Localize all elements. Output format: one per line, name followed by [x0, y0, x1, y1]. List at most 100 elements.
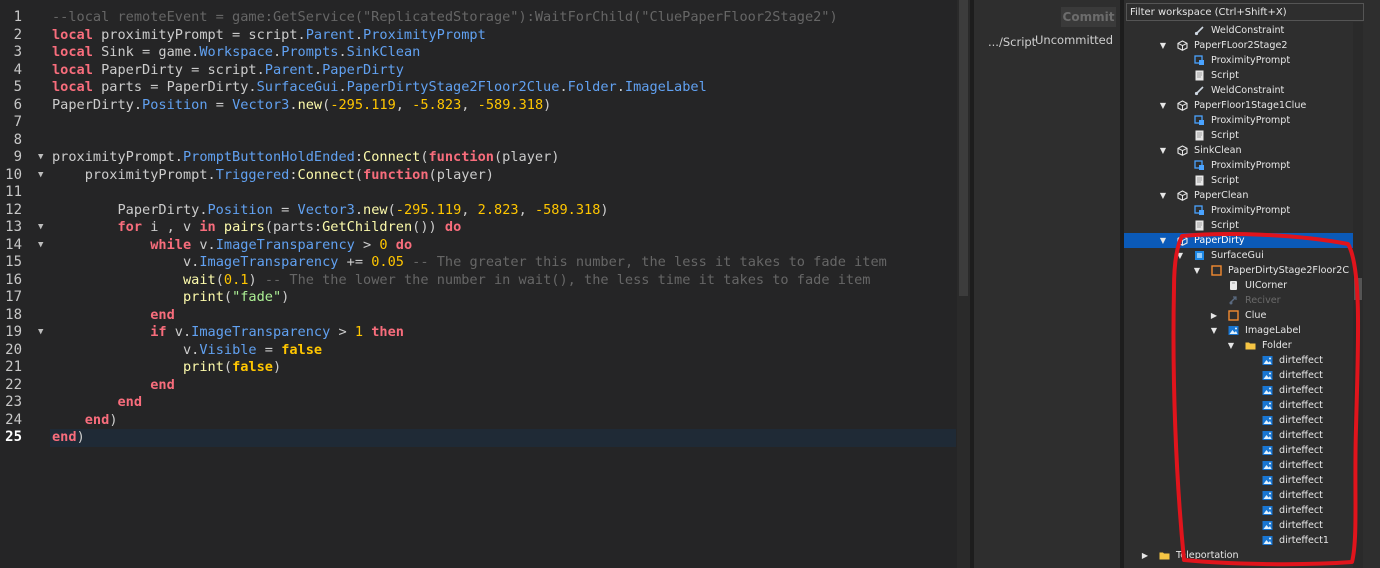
code-token: 0.05 [371, 254, 404, 270]
code-token: += [338, 254, 372, 270]
code-line[interactable]: local PaperDirty = script.Parent.PaperDi… [52, 62, 404, 80]
line-number: 21 [5, 359, 22, 375]
code-token: : [354, 149, 364, 165]
code-line[interactable]: local parts = PaperDirty.SurfaceGui.Pape… [52, 79, 707, 97]
commit-status: Uncommitted [1035, 33, 1114, 47]
code-token: pairs [223, 219, 265, 235]
explorer-item-label: WeldConstraint [1211, 85, 1285, 96]
prompt-icon [1194, 160, 1205, 171]
fold-chevron-icon[interactable]: ▼ [38, 219, 48, 237]
code-token: = [207, 96, 233, 113]
code-line[interactable]: PaperDirty.Position = Vector3.new(-295.1… [52, 201, 609, 220]
code-token: -- The the lower the number in wait(), t… [264, 271, 871, 288]
code-line[interactable]: while v.ImageTransparency > 0 do [52, 237, 412, 255]
code-line[interactable]: PaperDirty.Position = Vector3.new(-295.1… [52, 97, 551, 115]
line-number: 9 [13, 149, 22, 165]
fold-chevron-icon[interactable]: ▼ [38, 237, 48, 255]
expand-arrow-icon[interactable]: ▶ [1140, 548, 1150, 563]
line-number: 22 [5, 376, 22, 393]
commit-button[interactable]: Commit [1061, 7, 1116, 27]
collapse-arrow-icon[interactable]: ▼ [1158, 38, 1168, 53]
explorer-item-paperfloor2stage2[interactable]: ▼ PaperFLoor2Stage2 [1124, 38, 1354, 53]
code-line[interactable]: proximityPrompt.PromptButtonHoldEnded:Co… [52, 149, 559, 167]
code-line[interactable]: end) [52, 429, 85, 447]
explorer-item-proximityprompt[interactable]: ProximityPrompt [1124, 158, 1354, 173]
script-editor[interactable]: 1 2 3 4 5 6 7 8 9 ▼ 10 ▼ 11 12 13 ▼ 14 ▼ 15 16 17 18 19 ▼ 20 21 22… [0, 0, 970, 568]
code-token: end [52, 429, 77, 445]
code-line[interactable]: --local remoteEvent = game:GetService("R… [52, 9, 838, 27]
model-icon [1177, 40, 1188, 51]
editor-scrollbar-thumb[interactable] [959, 0, 968, 296]
code-line[interactable]: local Sink = game.Workspace.Prompts.Sink… [52, 44, 420, 62]
explorer-item-script[interactable]: Script [1124, 68, 1354, 83]
code-token: ) [109, 411, 118, 428]
line-number: 6 [13, 96, 22, 113]
explorer-filter-input[interactable] [1126, 3, 1364, 21]
explorer-item-proximityprompt[interactable]: ProximityPrompt [1124, 113, 1354, 128]
code-token: local [52, 26, 93, 43]
editor-scrollbar[interactable] [957, 0, 970, 568]
code-line[interactable]: end [52, 394, 142, 412]
explorer-item-script[interactable]: Script [1124, 128, 1354, 143]
code-token: local [52, 79, 93, 95]
code-token: > [354, 236, 380, 253]
red-highlight-annotation [1171, 232, 1361, 567]
explorer-item-paperclean[interactable]: ▼ PaperClean [1124, 188, 1354, 203]
fold-chevron-icon[interactable]: ▼ [38, 167, 48, 185]
code-token: --local remoteEvent = game:GetService("R… [52, 9, 838, 25]
code-token: , [461, 96, 478, 113]
line-number: 20 [5, 341, 22, 358]
code-line[interactable]: end [52, 377, 175, 395]
code-token: . [354, 26, 364, 43]
collapse-arrow-icon[interactable]: ▼ [1158, 143, 1168, 158]
code-line[interactable]: print("fade") [52, 289, 289, 307]
line-number: 18 [5, 306, 22, 323]
fold-chevron-icon[interactable]: ▼ [38, 324, 48, 342]
code-line[interactable]: for i , v in pairs(parts:GetChildren()) … [52, 219, 461, 237]
code-line[interactable]: if v.ImageTransparency > 1 then [52, 324, 404, 342]
code-token: -295.119 [395, 201, 462, 218]
code-token: PaperDirty = script. [92, 61, 265, 78]
fold-chevron-icon[interactable]: ▼ [38, 149, 48, 167]
code-line[interactable]: proximityPrompt.Triggered:Connect(functi… [52, 167, 494, 185]
code-line[interactable]: end) [52, 412, 118, 430]
code-line[interactable]: local proximityPrompt = script.Parent.Pr… [52, 27, 486, 45]
code-line[interactable]: print(false) [52, 359, 281, 377]
code-token: Connect [363, 149, 421, 165]
explorer-item-sinkclean[interactable]: ▼ SinkClean [1124, 143, 1354, 158]
code-token: function [428, 149, 494, 165]
code-token: ) [600, 201, 609, 218]
explorer-item-paperfloor1stage1clue[interactable]: ▼ PaperFloor1Stage1Clue [1124, 98, 1354, 113]
code-token: function [363, 166, 429, 183]
explorer-item-label: PaperFloor1Stage1Clue [1194, 100, 1307, 111]
code-line[interactable]: v.Visible = false [52, 342, 322, 360]
explorer-item-weldconstraint[interactable]: WeldConstraint [1124, 23, 1354, 38]
explorer-item-weldconstraint[interactable]: WeldConstraint [1124, 83, 1354, 98]
code-area[interactable]: --local remoteEvent = game:GetService("R… [52, 0, 956, 568]
code-token: . [559, 79, 568, 95]
code-token: (parts: [264, 219, 323, 235]
collapse-arrow-icon[interactable]: ▼ [1158, 98, 1168, 113]
code-line[interactable]: wait(0.1) -- The the lower the number in… [52, 271, 871, 290]
collapse-arrow-icon[interactable]: ▼ [1158, 188, 1168, 203]
code-token: ( [223, 359, 233, 375]
explorer-item-proximityprompt[interactable]: ProximityPrompt [1124, 203, 1354, 218]
code-token: Prompts [281, 44, 339, 60]
code-token: ( [354, 166, 364, 183]
code-token: > [330, 324, 355, 340]
explorer-item-label: ProximityPrompt [1211, 205, 1291, 216]
code-token: PaperDirty. [52, 96, 143, 113]
code-token: (player) [493, 149, 560, 165]
line-number: 7 [13, 114, 22, 130]
explorer-item-proximityprompt[interactable]: ProximityPrompt [1124, 53, 1354, 68]
code-token: 2.823 [477, 201, 519, 218]
explorer-item-script[interactable]: Script [1124, 173, 1354, 188]
code-line[interactable]: end [52, 307, 175, 325]
code-token: ) [281, 289, 290, 305]
code-token: then [371, 324, 404, 340]
code-line[interactable]: v.ImageTransparency += 0.05 -- The great… [52, 254, 887, 272]
